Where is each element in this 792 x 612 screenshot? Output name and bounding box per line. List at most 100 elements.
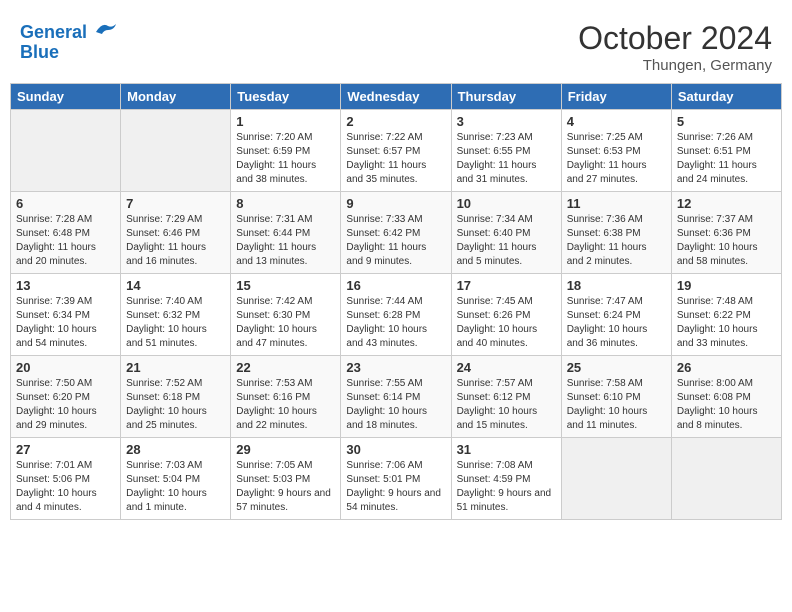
header: General Blue October 2024 Thungen, Germa…: [10, 10, 782, 79]
weekday-header-cell: Thursday: [451, 84, 561, 110]
weekday-header-cell: Wednesday: [341, 84, 451, 110]
day-info: Sunrise: 7:47 AM Sunset: 6:24 PM Dayligh…: [567, 295, 666, 351]
calendar-week-row: 1Sunrise: 7:20 AM Sunset: 6:59 PM Daylig…: [11, 110, 782, 192]
logo-general: General: [20, 22, 87, 42]
calendar-cell: 18Sunrise: 7:47 AM Sunset: 6:24 PM Dayli…: [561, 274, 671, 356]
day-number: 29: [236, 442, 335, 457]
calendar-cell: 22 Sunrise: 7:53 AM Sunset: 6:16 PM Dayli…: [231, 356, 341, 438]
day-number: 11: [567, 196, 666, 211]
day-info: Sunrise: 7:29 AM Sunset: 6:46 PM Dayligh…: [126, 213, 225, 269]
day-info: Sunrise: 7:44 AM Sunset: 6:28 PM Dayligh…: [346, 295, 445, 351]
day-info: Sunrise: 7:23 AM Sunset: 6:55 PM Dayligh…: [457, 131, 556, 187]
calendar-cell: 3 Sunrise: 7:23 AM Sunset: 6:55 PM Daylig…: [451, 110, 561, 192]
calendar: SundayMondayTuesdayWednesdayThursdayFrid…: [10, 83, 782, 520]
calendar-cell: [11, 110, 121, 192]
day-info: Sunrise: 7:31 AM Sunset: 6:44 PM Dayligh…: [236, 213, 335, 269]
day-number: 13: [16, 278, 115, 293]
day-info: Sunrise: 7:34 AM Sunset: 6:40 PM Dayligh…: [457, 213, 556, 269]
day-info: Sunrise: 7:53 AM Sunset: 6:16 PM Dayligh…: [236, 377, 335, 433]
calendar-body: 1Sunrise: 7:20 AM Sunset: 6:59 PM Daylig…: [11, 110, 782, 520]
day-number: 21: [126, 360, 225, 375]
day-number: 20: [16, 360, 115, 375]
calendar-week-row: 13 Sunrise: 7:39 AM Sunset: 6:34 PM Dayli…: [11, 274, 782, 356]
day-number: 17: [457, 278, 556, 293]
weekday-header-cell: Saturday: [671, 84, 781, 110]
calendar-cell: 8 Sunrise: 7:31 AM Sunset: 6:44 PM Daylig…: [231, 192, 341, 274]
day-number: 14: [126, 278, 225, 293]
calendar-cell: 29 Sunrise: 7:05 AM Sunset: 5:03 PM Dayli…: [231, 438, 341, 520]
calendar-week-row: 27 Sunrise: 7:01 AM Sunset: 5:06 PM Dayli…: [11, 438, 782, 520]
calendar-cell: [561, 438, 671, 520]
calendar-cell: 6Sunrise: 7:28 AM Sunset: 6:48 PM Daylig…: [11, 192, 121, 274]
day-number: 1: [236, 114, 335, 129]
day-info: Sunrise: 7:40 AM Sunset: 6:32 PM Dayligh…: [126, 295, 225, 351]
calendar-cell: 1Sunrise: 7:20 AM Sunset: 6:59 PM Daylig…: [231, 110, 341, 192]
day-info: Sunrise: 7:45 AM Sunset: 6:26 PM Dayligh…: [457, 295, 556, 351]
calendar-cell: 27 Sunrise: 7:01 AM Sunset: 5:06 PM Dayli…: [11, 438, 121, 520]
day-number: 24: [457, 360, 556, 375]
weekday-header-cell: Tuesday: [231, 84, 341, 110]
day-number: 22: [236, 360, 335, 375]
calendar-cell: 5 Sunrise: 7:26 AM Sunset: 6:51 PM Daylig…: [671, 110, 781, 192]
day-info: Sunrise: 7:08 AM Sunset: 4:59 PM Dayligh…: [457, 459, 556, 515]
day-info: Sunrise: 7:05 AM Sunset: 5:03 PM Dayligh…: [236, 459, 335, 515]
day-info: Sunrise: 7:25 AM Sunset: 6:53 PM Dayligh…: [567, 131, 666, 187]
weekday-header-cell: Friday: [561, 84, 671, 110]
day-info: Sunrise: 7:48 AM Sunset: 6:22 PM Dayligh…: [677, 295, 776, 351]
day-number: 26: [677, 360, 776, 375]
calendar-cell: [671, 438, 781, 520]
calendar-cell: 25Sunrise: 7:58 AM Sunset: 6:10 PM Dayli…: [561, 356, 671, 438]
day-number: 28: [126, 442, 225, 457]
calendar-cell: 15 Sunrise: 7:42 AM Sunset: 6:30 PM Dayli…: [231, 274, 341, 356]
day-number: 15: [236, 278, 335, 293]
calendar-cell: 30Sunrise: 7:06 AM Sunset: 5:01 PM Dayli…: [341, 438, 451, 520]
day-info: Sunrise: 7:58 AM Sunset: 6:10 PM Dayligh…: [567, 377, 666, 433]
calendar-cell: 19 Sunrise: 7:48 AM Sunset: 6:22 PM Dayli…: [671, 274, 781, 356]
calendar-cell: [121, 110, 231, 192]
day-info: Sunrise: 7:03 AM Sunset: 5:04 PM Dayligh…: [126, 459, 225, 515]
day-info: Sunrise: 7:01 AM Sunset: 5:06 PM Dayligh…: [16, 459, 115, 515]
day-info: Sunrise: 7:22 AM Sunset: 6:57 PM Dayligh…: [346, 131, 445, 187]
calendar-cell: 12Sunrise: 7:37 AM Sunset: 6:36 PM Dayli…: [671, 192, 781, 274]
calendar-cell: 21 Sunrise: 7:52 AM Sunset: 6:18 PM Dayli…: [121, 356, 231, 438]
logo-blue: Blue: [20, 42, 59, 62]
day-info: Sunrise: 8:00 AM Sunset: 6:08 PM Dayligh…: [677, 377, 776, 433]
day-info: Sunrise: 7:55 AM Sunset: 6:14 PM Dayligh…: [346, 377, 445, 433]
logo: General Blue: [20, 20, 116, 63]
day-info: Sunrise: 7:50 AM Sunset: 6:20 PM Dayligh…: [16, 377, 115, 433]
calendar-cell: 14 Sunrise: 7:40 AM Sunset: 6:32 PM Dayli…: [121, 274, 231, 356]
day-number: 2: [346, 114, 445, 129]
calendar-cell: 7Sunrise: 7:29 AM Sunset: 6:46 PM Daylig…: [121, 192, 231, 274]
day-number: 5: [677, 114, 776, 129]
day-number: 19: [677, 278, 776, 293]
day-number: 4: [567, 114, 666, 129]
day-info: Sunrise: 7:57 AM Sunset: 6:12 PM Dayligh…: [457, 377, 556, 433]
title-block: October 2024 Thungen, Germany: [578, 20, 772, 74]
logo-bird-icon: [94, 20, 116, 38]
calendar-cell: 16 Sunrise: 7:44 AM Sunset: 6:28 PM Dayli…: [341, 274, 451, 356]
day-info: Sunrise: 7:36 AM Sunset: 6:38 PM Dayligh…: [567, 213, 666, 269]
calendar-cell: 24 Sunrise: 7:57 AM Sunset: 6:12 PM Dayli…: [451, 356, 561, 438]
day-info: Sunrise: 7:28 AM Sunset: 6:48 PM Dayligh…: [16, 213, 115, 269]
weekday-header-row: SundayMondayTuesdayWednesdayThursdayFrid…: [11, 84, 782, 110]
calendar-cell: 20 Sunrise: 7:50 AM Sunset: 6:20 PM Dayli…: [11, 356, 121, 438]
calendar-cell: 13 Sunrise: 7:39 AM Sunset: 6:34 PM Dayli…: [11, 274, 121, 356]
day-number: 16: [346, 278, 445, 293]
calendar-week-row: 6Sunrise: 7:28 AM Sunset: 6:48 PM Daylig…: [11, 192, 782, 274]
day-info: Sunrise: 7:39 AM Sunset: 6:34 PM Dayligh…: [16, 295, 115, 351]
month-title: October 2024: [578, 20, 772, 57]
calendar-cell: 2 Sunrise: 7:22 AM Sunset: 6:57 PM Daylig…: [341, 110, 451, 192]
day-number: 27: [16, 442, 115, 457]
location: Thungen, Germany: [578, 57, 772, 74]
calendar-cell: 17 Sunrise: 7:45 AM Sunset: 6:26 PM Dayli…: [451, 274, 561, 356]
day-info: Sunrise: 7:42 AM Sunset: 6:30 PM Dayligh…: [236, 295, 335, 351]
calendar-cell: 4 Sunrise: 7:25 AM Sunset: 6:53 PM Daylig…: [561, 110, 671, 192]
day-number: 3: [457, 114, 556, 129]
day-info: Sunrise: 7:52 AM Sunset: 6:18 PM Dayligh…: [126, 377, 225, 433]
day-info: Sunrise: 7:06 AM Sunset: 5:01 PM Dayligh…: [346, 459, 445, 515]
day-info: Sunrise: 7:26 AM Sunset: 6:51 PM Dayligh…: [677, 131, 776, 187]
weekday-header-cell: Sunday: [11, 84, 121, 110]
weekday-header-cell: Monday: [121, 84, 231, 110]
day-number: 8: [236, 196, 335, 211]
calendar-cell: 31Sunrise: 7:08 AM Sunset: 4:59 PM Dayli…: [451, 438, 561, 520]
